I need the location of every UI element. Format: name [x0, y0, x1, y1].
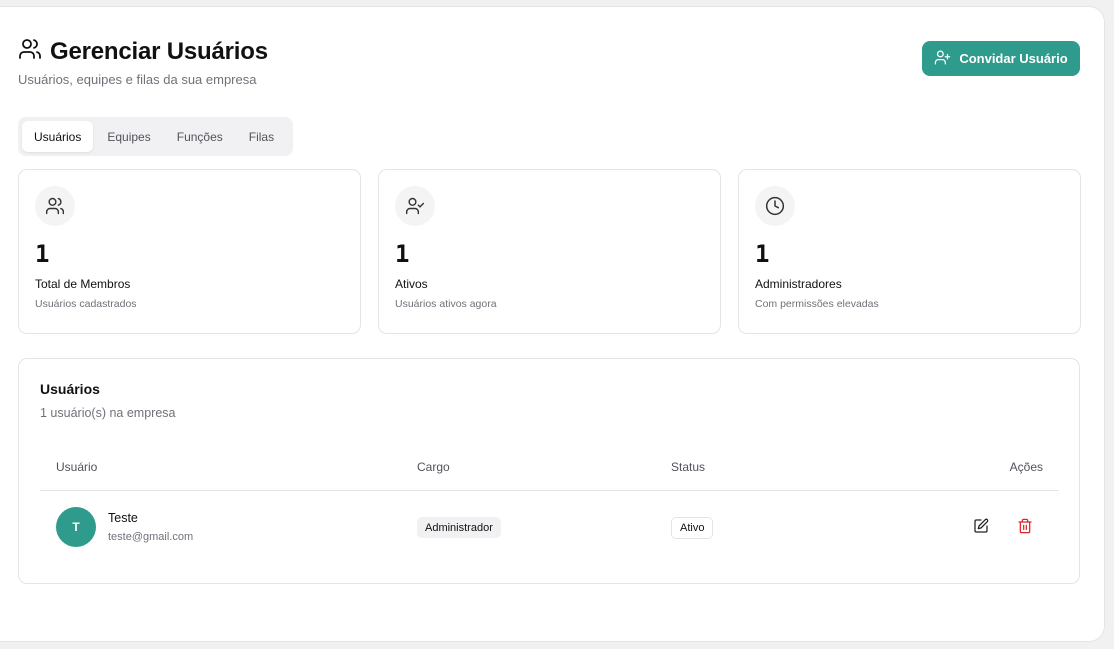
page-header: Gerenciar Usuários Usuários, equipes e f… — [18, 37, 1080, 97]
stat-card-active: 1 Ativos Usuários ativos agora — [378, 169, 721, 334]
edit-icon — [973, 518, 989, 537]
users-icon — [18, 37, 42, 66]
user-name: Teste — [108, 511, 138, 525]
users-table-card: Usuários 1 usuário(s) na empresa Usuário… — [18, 358, 1080, 584]
tab-equipes[interactable]: Equipes — [95, 121, 162, 152]
stat-description: Usuários ativos agora — [395, 298, 497, 310]
page-subtitle: Usuários, equipes e filas da sua empresa — [18, 72, 257, 87]
column-header-role: Cargo — [417, 460, 450, 474]
user-email: teste@gmail.com — [108, 531, 194, 543]
stats-cards: 1 Total de Membros Usuários cadastrados … — [18, 169, 1081, 334]
tab-list: Usuários Equipes Funções Filas — [18, 117, 293, 156]
stat-description: Usuários cadastrados — [35, 298, 137, 310]
table-header: Usuário Cargo Status Ações — [40, 451, 1059, 491]
tab-funcoes[interactable]: Funções — [165, 121, 235, 152]
stat-label: Ativos — [395, 277, 428, 291]
avatar: T — [56, 507, 96, 547]
page-title: Gerenciar Usuários — [50, 37, 268, 65]
user-check-icon — [395, 186, 435, 226]
stat-value: 1 — [755, 240, 770, 268]
table-row: T Teste teste@gmail.com Administrador At… — [40, 499, 1059, 554]
status-badge: Ativo — [671, 517, 714, 539]
stat-card-admins: 1 Administradores Com permissões elevada… — [738, 169, 1081, 334]
stat-value: 1 — [395, 240, 410, 268]
clock-icon — [755, 186, 795, 226]
main-panel: Gerenciar Usuários Usuários, equipes e f… — [0, 6, 1105, 642]
stat-label: Administradores — [755, 277, 842, 291]
trash-icon — [1017, 518, 1033, 537]
title-row: Gerenciar Usuários — [18, 37, 1080, 66]
tab-filas[interactable]: Filas — [237, 121, 286, 152]
column-header-status: Status — [671, 460, 706, 474]
invite-user-button[interactable]: Convidar Usuário — [922, 41, 1080, 76]
users-table-title: Usuários — [40, 381, 100, 397]
users-icon — [35, 186, 75, 226]
delete-user-button[interactable] — [1015, 517, 1035, 537]
column-header-user: Usuário — [56, 460, 98, 474]
stat-value: 1 — [35, 240, 50, 268]
users-count: 1 usuário(s) na empresa — [40, 406, 176, 420]
stat-description: Com permissões elevadas — [755, 298, 879, 310]
edit-user-button[interactable] — [971, 517, 991, 537]
role-badge: Administrador — [417, 517, 501, 538]
stat-card-total-members: 1 Total de Membros Usuários cadastrados — [18, 169, 361, 334]
user-plus-icon — [934, 49, 951, 69]
column-header-actions: Ações — [1009, 460, 1043, 474]
tab-usuarios[interactable]: Usuários — [22, 121, 94, 152]
invite-user-label: Convidar Usuário — [959, 51, 1068, 66]
stat-label: Total de Membros — [35, 277, 131, 291]
